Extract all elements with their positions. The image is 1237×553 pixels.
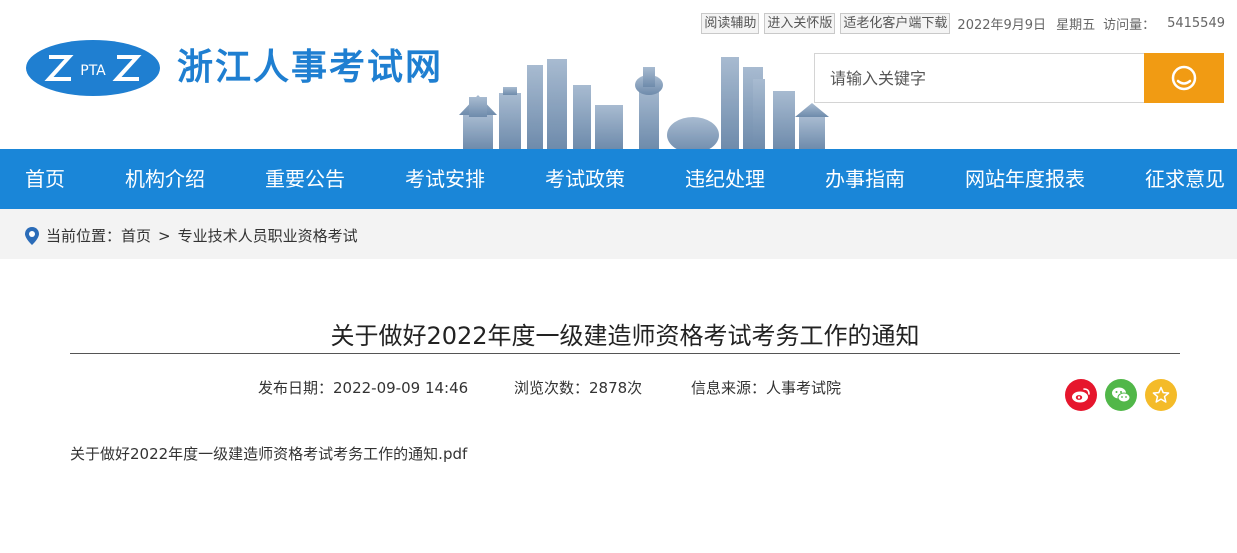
search-box <box>814 53 1224 103</box>
nav-item-annual-report[interactable]: 网站年度报表 <box>965 149 1085 209</box>
visits-count: 5415549 <box>1167 16 1225 31</box>
search-input[interactable] <box>814 53 1160 103</box>
city-skyline-illustration <box>459 57 829 149</box>
current-date: 2022年9月9日 <box>957 18 1047 33</box>
nav-item-home[interactable]: 首页 <box>25 149 65 209</box>
title-divider <box>70 353 1180 354</box>
nav-item-violations[interactable]: 违纪处理 <box>685 149 765 209</box>
breadcrumb: 当前位置： 首页 > 专业技术人员职业资格考试 <box>24 225 358 246</box>
breadcrumb-bar: 当前位置： 首页 > 专业技术人员职业资格考试 <box>0 209 1237 259</box>
location-pin-icon <box>25 226 39 245</box>
breadcrumb-label: 当前位置： <box>46 226 122 245</box>
attachment-link[interactable]: 关于做好2022年度一级建造师资格考试考务工作的通知.pdf <box>70 443 467 464</box>
share-wechat-button[interactable] <box>1105 379 1137 411</box>
elderly-client-download-button[interactable]: 适老化客户端下载 <box>840 13 951 34</box>
add-favorite-button[interactable] <box>1145 379 1177 411</box>
site-title: 浙江人事考试网 <box>177 47 444 88</box>
star-icon <box>1152 386 1170 403</box>
care-mode-button[interactable]: 进入关怀版 <box>764 13 836 34</box>
share-weibo-button[interactable] <box>1065 379 1097 411</box>
site-logo[interactable]: PTA 浙江人事考试网 <box>25 38 443 98</box>
nav-item-announcements[interactable]: 重要公告 <box>265 149 345 209</box>
share-buttons <box>1065 379 1185 411</box>
site-header: 阅读辅助 进入关怀版 适老化客户端下载 2022年9月9日 星期五 访问量： 5… <box>0 0 1237 149</box>
article-title: 关于做好2022年度一级建造师资格考试考务工作的通知 <box>330 322 920 350</box>
nav-item-feedback[interactable]: 征求意见 <box>1145 149 1225 209</box>
reading-aid-button[interactable]: 阅读辅助 <box>701 13 760 34</box>
search-icon <box>1171 65 1197 91</box>
nav-item-service-guide[interactable]: 办事指南 <box>825 149 905 209</box>
wechat-icon <box>1112 387 1131 403</box>
breadcrumb-separator: > <box>158 226 171 245</box>
nav-item-exam-schedule[interactable]: 考试安排 <box>405 149 485 209</box>
weibo-icon <box>1072 388 1090 403</box>
main-nav: 首页 机构介绍 重要公告 考试安排 考试政策 违纪处理 办事指南 网站年度报表 … <box>0 149 1237 209</box>
pta-logo-icon: PTA <box>26 40 160 96</box>
info-source: 信息来源：人事考试院 <box>691 379 842 397</box>
nav-item-about[interactable]: 机构介绍 <box>125 149 205 209</box>
breadcrumb-home-link[interactable]: 首页 <box>121 225 151 246</box>
current-weekday: 星期五 <box>1056 18 1096 33</box>
utility-bar: 阅读辅助 进入关怀版 适老化客户端下载 2022年9月9日 星期五 访问量： 5… <box>701 13 1225 34</box>
view-count: 浏览次数：2878次 <box>514 379 643 397</box>
search-button[interactable] <box>1144 53 1224 103</box>
visits-label: 访问量： <box>1103 18 1156 33</box>
publish-date: 发布日期：2022-09-09 14:46 <box>258 379 469 397</box>
breadcrumb-current-link[interactable]: 专业技术人员职业资格考试 <box>178 225 358 246</box>
logo-mark-text: PTA <box>80 63 106 79</box>
nav-item-exam-policy[interactable]: 考试政策 <box>545 149 625 209</box>
